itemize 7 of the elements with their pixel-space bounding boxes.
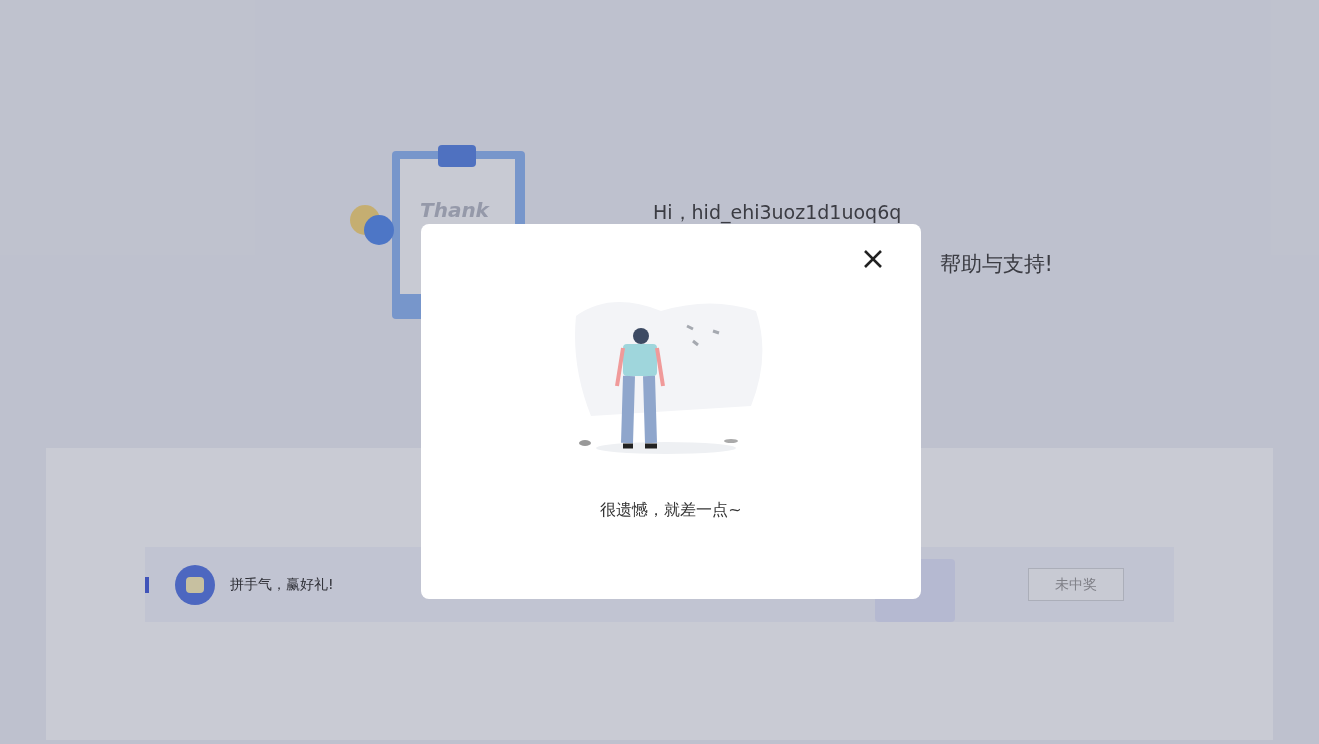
thanks-text: 帮助与支持! <box>939 251 1053 277</box>
greeting-text: Hi，hid_ehi3uoz1d1uoq6q <box>653 200 903 224</box>
gift-avatar-icon <box>175 564 215 605</box>
status-button[interactable]: 未中奖 <box>1028 568 1124 601</box>
activity-title: 拼手气，赢好礼! <box>230 575 334 594</box>
close-icon[interactable] <box>863 249 883 269</box>
result-message: 很遗憾，就差一点~ <box>599 499 743 521</box>
